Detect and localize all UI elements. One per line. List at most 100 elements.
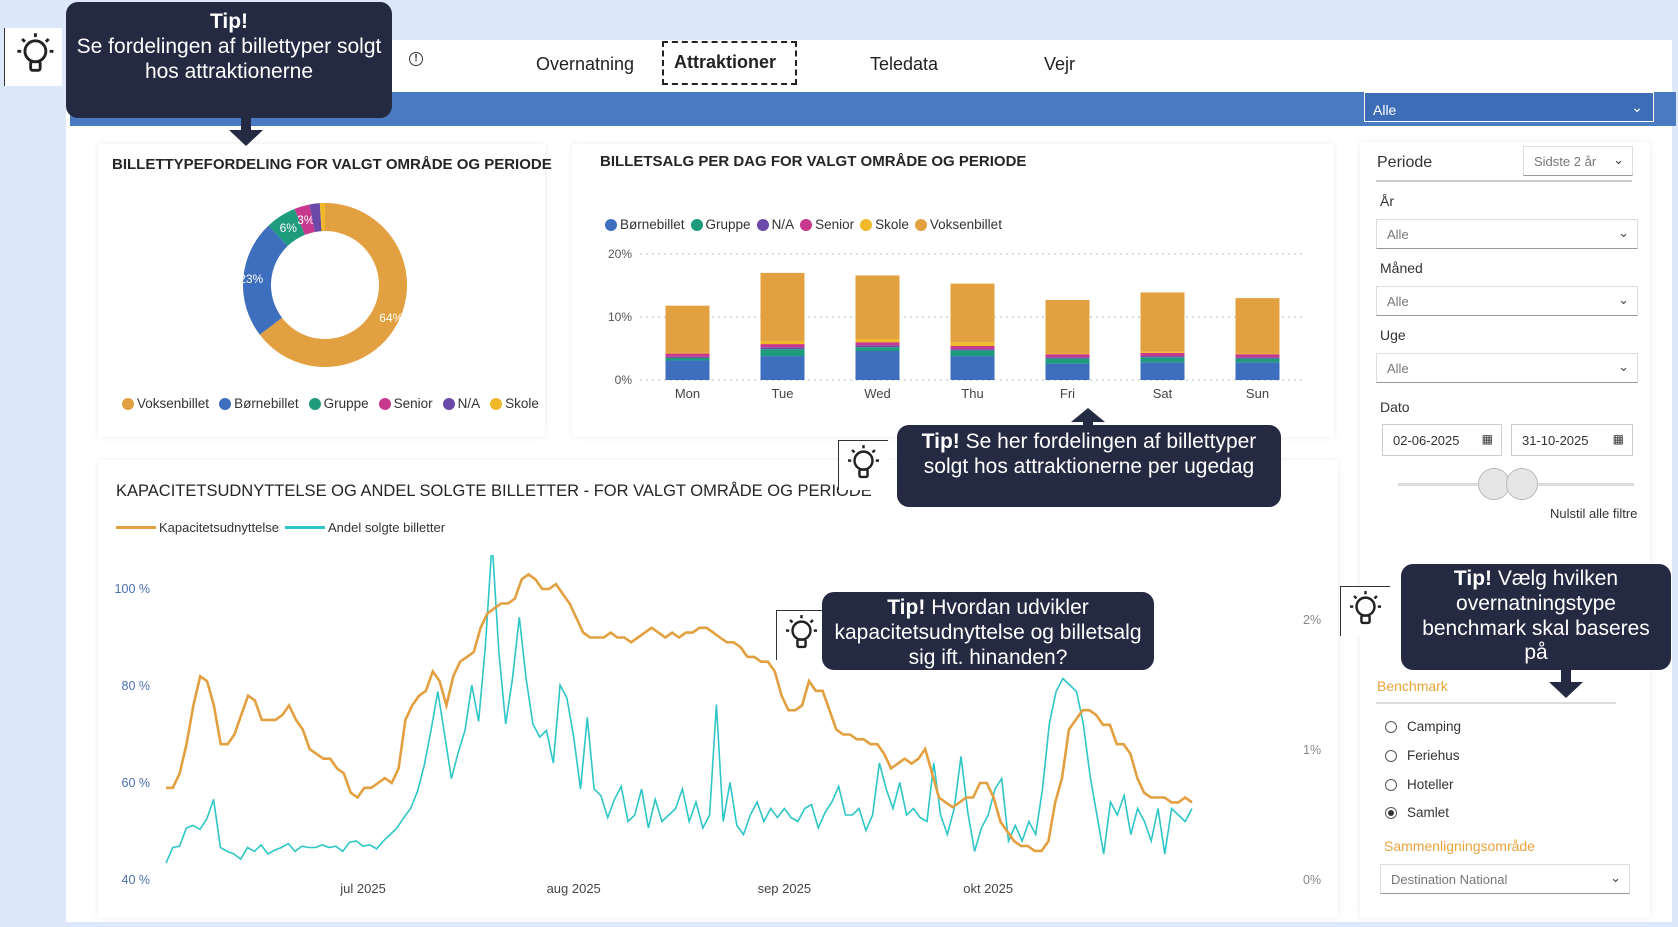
aar-select[interactable]: Alle ⌄ [1376, 219, 1638, 249]
lightbulb-icon [1340, 586, 1390, 636]
legend-item-voksenbillet: Voksenbillet [914, 217, 1002, 232]
radio-selected-icon[interactable] [1385, 806, 1397, 819]
x-tick-label: Fri [1060, 386, 1075, 401]
benchmark-option-camping[interactable]: Camping [1385, 719, 1461, 734]
legend-item-senior: Senior [378, 396, 433, 411]
y-tick-label: 10% [608, 310, 632, 324]
benchmark-option-hoteller[interactable]: Hoteller [1385, 777, 1454, 792]
x-tick-label: sep 2025 [758, 881, 812, 896]
legend-item-bornebillet: Børnebillet [605, 217, 685, 232]
benchmark-option-feriehus[interactable]: Feriehus [1385, 748, 1460, 763]
legend-item-andel: Andel solgte billetter [284, 520, 445, 535]
aar-label: År [1380, 193, 1394, 209]
radio-icon[interactable] [1385, 778, 1397, 791]
bar-segment [855, 342, 900, 346]
radio-icon[interactable] [1385, 720, 1397, 733]
tip-body: Se fordelingen af billettyper solgt hos … [76, 34, 382, 83]
calendar-icon[interactable]: ▦ [1482, 432, 1493, 446]
line-title: KAPACITETSUDNYTTELSE OG ANDEL SOLGTE BIL… [116, 482, 872, 500]
donut-label: 23% [239, 272, 263, 286]
info-icon[interactable]: ! [409, 52, 423, 66]
compare-value: Destination National [1391, 872, 1508, 887]
donut-label: 64% [379, 311, 403, 325]
date-from-value: 02-06-2025 [1393, 433, 1460, 448]
bar-segment [1045, 353, 1090, 355]
lightbulb-icon [838, 440, 888, 490]
tab-vejr[interactable]: Vejr [1034, 48, 1085, 81]
x-tick-label: Sun [1246, 386, 1269, 401]
tip-body: Se her fordelingen af billettyper solgt … [923, 430, 1257, 478]
x-tick-label: Sat [1153, 386, 1173, 401]
compare-select[interactable]: Destination National ⌄ [1380, 864, 1630, 894]
tab-teledata[interactable]: Teledata [860, 48, 948, 81]
bar-segment [665, 305, 710, 353]
legend-item-voksenbillet: Voksenbillet [122, 396, 209, 411]
arrow-up-icon [1071, 408, 1105, 422]
periode-select[interactable]: Sidste 2 år ⌄ [1523, 146, 1633, 176]
bar-segment [1045, 363, 1090, 380]
arrow-down-icon [229, 130, 263, 146]
donut-title: BILLETTYPEFORDELING FOR VALGT OMRÅDE OG … [112, 156, 552, 173]
line-legend: Kapacitetsudnyttelse Andel solgte billet… [116, 520, 445, 535]
arrow-down-icon [1549, 682, 1583, 698]
tip-donut: Tip! Se fordelingen af billettyper solgt… [66, 2, 392, 118]
bar-segment [1045, 299, 1090, 354]
bar-segment [950, 349, 995, 351]
y-left-tick-label: 40 % [122, 873, 151, 887]
bar-segment [1235, 362, 1280, 380]
y-tick-label: 0% [615, 373, 633, 387]
chevron-down-icon: ⌄ [1631, 99, 1643, 115]
date-slider-end-handle[interactable] [1506, 468, 1538, 500]
chevron-down-icon: ⌄ [1613, 152, 1624, 167]
y-right-tick-label: 2% [1303, 613, 1321, 627]
y-left-tick-label: 60 % [122, 776, 151, 790]
bar-segment [1045, 358, 1090, 364]
maaned-select[interactable]: Alle ⌄ [1376, 286, 1638, 316]
bar-segment [855, 351, 900, 380]
date-to-input[interactable]: 31-10-2025 ▦ [1511, 424, 1633, 456]
bar-segment [1235, 298, 1280, 354]
tip-body: Hvordan udvikler kapacitetsudnyttelse og… [834, 596, 1142, 669]
legend-item-na: N/A [442, 396, 480, 411]
tip-weekday: Tip! Se her fordelingen af billettyper s… [897, 425, 1281, 507]
legend-item-na: N/A [756, 217, 794, 232]
donut-legend: Voksenbillet Børnebillet Gruppe Senior N… [122, 396, 539, 411]
benchmark-option-samlet[interactable]: Samlet [1385, 805, 1449, 820]
bar-segment [760, 272, 805, 341]
bar-segment [1140, 292, 1185, 352]
bar-segment [855, 345, 900, 348]
maaned-value: Alle [1387, 294, 1409, 309]
bar-segment [760, 347, 805, 350]
area-select[interactable]: Alle ⌄ [1364, 92, 1654, 122]
benchmark-divider [1376, 702, 1616, 704]
tip-arrow-stem [241, 118, 251, 130]
tip-head: Tip! [921, 430, 960, 453]
bar-segment [1235, 354, 1280, 358]
uge-label: Uge [1380, 327, 1406, 343]
filter-panel [1360, 142, 1650, 918]
donut-label: 6% [280, 221, 298, 235]
tab-attraktioner[interactable]: Attraktioner [662, 41, 797, 85]
maaned-label: Måned [1380, 260, 1423, 276]
bar-segment [950, 283, 995, 343]
donut-chart: 64%23%6%3% [239, 203, 407, 367]
bar-segment [950, 342, 995, 346]
date-from-input[interactable]: 02-06-2025 ▦ [1382, 424, 1502, 456]
x-tick-label: aug 2025 [547, 881, 601, 896]
bar-segment [950, 345, 995, 350]
x-tick-label: Tue [772, 386, 794, 401]
chevron-down-icon: ⌄ [1618, 292, 1629, 307]
capacity-line-chart: 40 % 60 % 80 % 100 % 0% 1% 2% jul 2025 aug 2025 s… [115, 555, 1321, 896]
bar-segment [950, 350, 995, 357]
uge-select[interactable]: Alle ⌄ [1376, 353, 1638, 383]
tab-overnatning[interactable]: Overnatning [526, 48, 644, 81]
tip-head: Tip! [209, 10, 249, 33]
periode-label: Periode [1377, 154, 1433, 171]
date-to-value: 31-10-2025 [1522, 433, 1589, 448]
radio-icon[interactable] [1385, 749, 1397, 762]
y-right-tick-label: 0% [1303, 873, 1321, 887]
reset-filters-link[interactable]: Nulstil alle filtre [1550, 506, 1637, 521]
bar-segment [1140, 356, 1185, 358]
compare-title: Sammenligningsområde [1384, 838, 1535, 854]
calendar-icon[interactable]: ▦ [1613, 432, 1624, 446]
